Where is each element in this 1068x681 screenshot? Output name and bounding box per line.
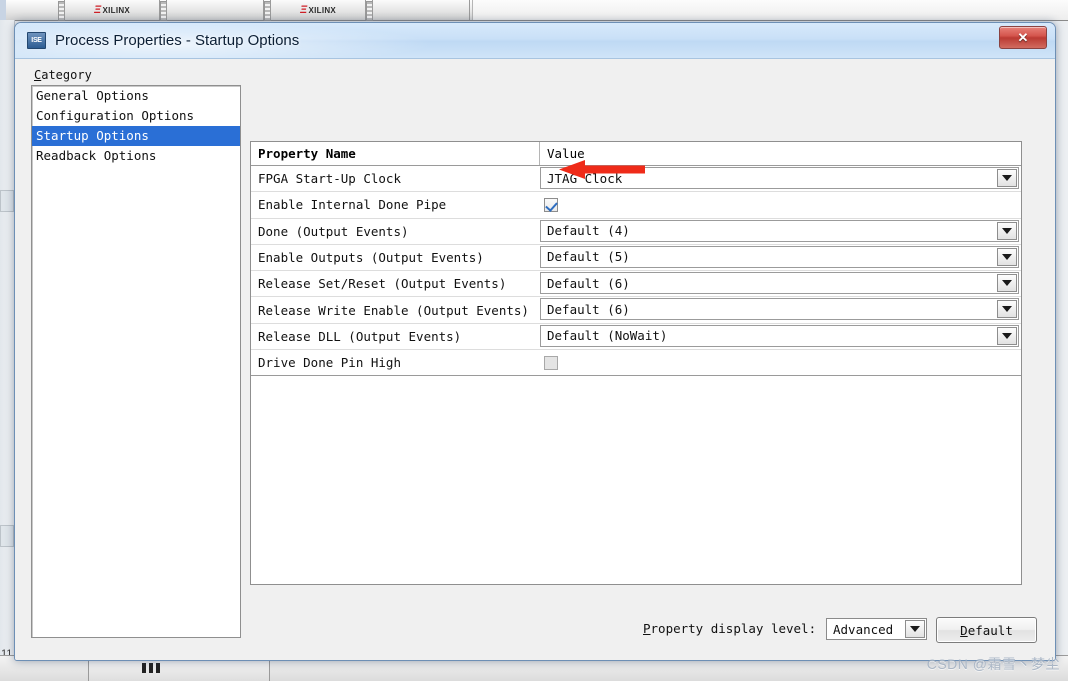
- category-list[interactable]: General Options Configuration Options St…: [31, 85, 241, 638]
- property-value-cell[interactable]: Default (6): [540, 271, 1021, 296]
- table-row: Enable Outputs (Output Events) Default (…: [251, 245, 1021, 272]
- property-name-cell: Done (Output Events): [258, 223, 409, 239]
- chevron-down-icon[interactable]: [997, 221, 1017, 240]
- property-value-cell[interactable]: JTAG Clock: [540, 166, 1021, 191]
- combo-value-text: Default (NoWait): [547, 328, 668, 344]
- checkbox-enable-internal-done-pipe[interactable]: [544, 197, 558, 212]
- property-name-cell: Enable Internal Done Pipe: [258, 197, 447, 213]
- combo-value-text: Default (4): [547, 223, 630, 239]
- property-name-cell: Enable Outputs (Output Events): [258, 250, 484, 266]
- background-left-rail: [0, 20, 15, 655]
- close-icon[interactable]: ✕: [999, 26, 1047, 49]
- background-rail-box-bottom[interactable]: [0, 525, 14, 547]
- property-value-cell[interactable]: Default (5): [540, 245, 1021, 270]
- display-level-label-mnemonic: P: [643, 621, 651, 636]
- property-value-cell[interactable]: [540, 192, 1021, 217]
- toolbar-panel-xilinx-1[interactable]: Ξ XILINX: [64, 0, 160, 20]
- property-display-level-combo[interactable]: Advanced: [826, 618, 927, 640]
- property-name-cell: Release DLL (Output Events): [258, 328, 462, 344]
- property-value-cell[interactable]: Default (6): [540, 297, 1021, 322]
- combo-value-text: Default (5): [547, 249, 630, 265]
- column-header-value: Value: [547, 146, 585, 161]
- combo-value-text: JTAG Clock: [547, 170, 623, 186]
- default-button-label: efault: [967, 622, 1013, 638]
- background-rail-box-top[interactable]: [0, 190, 14, 212]
- property-name-cell: Release Write Enable (Output Events): [258, 302, 529, 318]
- dialog-title-bar[interactable]: ISE Process Properties - Startup Options…: [15, 23, 1055, 59]
- toolbar-empty-area: [472, 0, 1068, 20]
- table-row: Release Set/Reset (Output Events) Defaul…: [251, 271, 1021, 298]
- table-row: Drive Done Pin High: [251, 350, 1021, 377]
- table-header-row: Property Name Value: [251, 142, 1021, 166]
- default-button[interactable]: Default: [936, 617, 1037, 643]
- toolbar-panel-blank-2[interactable]: [372, 0, 470, 20]
- background-bottom-tab[interactable]: [88, 658, 270, 681]
- background-tab-icon: [142, 663, 162, 673]
- property-value-cell[interactable]: Default (4): [540, 219, 1021, 244]
- dialog-title: Process Properties - Startup Options: [55, 32, 300, 49]
- sidebar-item-general-options[interactable]: General Options: [32, 86, 240, 106]
- display-level-label-rest: roperty display level:: [650, 621, 817, 636]
- combo-release-write-enable[interactable]: Default (6): [540, 298, 1019, 321]
- property-name-cell: Release Set/Reset (Output Events): [258, 276, 507, 292]
- default-button-mnemonic: D: [960, 622, 968, 638]
- category-label-rest: ategory: [41, 68, 92, 82]
- combo-enable-outputs[interactable]: Default (5): [540, 245, 1019, 268]
- combo-done-output-events[interactable]: Default (4): [540, 219, 1019, 242]
- csdn-watermark: CSDN @霜雪丶梦尘: [926, 656, 1060, 672]
- background-toolbar-left-edge: [0, 0, 6, 20]
- sidebar-item-readback-options[interactable]: Readback Options: [32, 146, 240, 166]
- property-name-cell: FPGA Start-Up Clock: [258, 171, 401, 187]
- property-display-level-label: Property display level:: [643, 621, 816, 636]
- property-value-cell[interactable]: Default (NoWait): [540, 324, 1021, 349]
- checkbox-drive-done-pin-high[interactable]: [544, 355, 558, 370]
- table-row: Release Write Enable (Output Events) Def…: [251, 297, 1021, 324]
- column-header-property-name: Property Name: [251, 142, 540, 165]
- combo-release-set-reset[interactable]: Default (6): [540, 272, 1019, 295]
- chevron-down-icon[interactable]: [905, 620, 925, 638]
- chevron-down-icon[interactable]: [997, 169, 1017, 187]
- property-value-cell[interactable]: [540, 350, 1021, 375]
- xilinx-logo-icon: Ξ XILINX: [93, 4, 131, 16]
- chevron-down-icon[interactable]: [997, 300, 1017, 319]
- sidebar-item-configuration-options[interactable]: Configuration Options: [32, 106, 240, 126]
- table-row: Done (Output Events) Default (4): [251, 219, 1021, 245]
- toolbar-panel-blank-1[interactable]: [166, 0, 264, 20]
- process-properties-dialog: ISE Process Properties - Startup Options…: [14, 22, 1056, 661]
- table-row: Release DLL (Output Events) Default (NoW…: [251, 324, 1021, 351]
- toolbar-panel-xilinx-2[interactable]: Ξ XILINX: [270, 0, 366, 20]
- combo-value-text: Default (6): [547, 301, 630, 317]
- category-group-label: Category: [34, 68, 92, 82]
- table-row: FPGA Start-Up Clock JTAG Clock: [251, 166, 1021, 193]
- property-name-cell: Drive Done Pin High: [258, 355, 401, 371]
- dialog-body: Category General Options Configuration O…: [15, 59, 1055, 660]
- chevron-down-icon[interactable]: [997, 274, 1017, 293]
- sidebar-item-startup-options[interactable]: Startup Options: [32, 126, 240, 146]
- table-row: Enable Internal Done Pipe: [251, 192, 1021, 219]
- combo-release-dll[interactable]: Default (NoWait): [540, 324, 1019, 347]
- chevron-down-icon[interactable]: [997, 326, 1017, 345]
- chevron-down-icon[interactable]: [997, 247, 1017, 266]
- ise-app-icon: ISE: [27, 32, 46, 49]
- combo-value-text: Default (6): [547, 275, 630, 291]
- property-table: Property Name Value FPGA Start-Up Clock …: [250, 141, 1022, 585]
- combo-fpga-startup-clock[interactable]: JTAG Clock: [540, 167, 1019, 189]
- display-level-value: Advanced: [833, 621, 894, 637]
- xilinx-logo-icon: Ξ XILINX: [299, 4, 337, 16]
